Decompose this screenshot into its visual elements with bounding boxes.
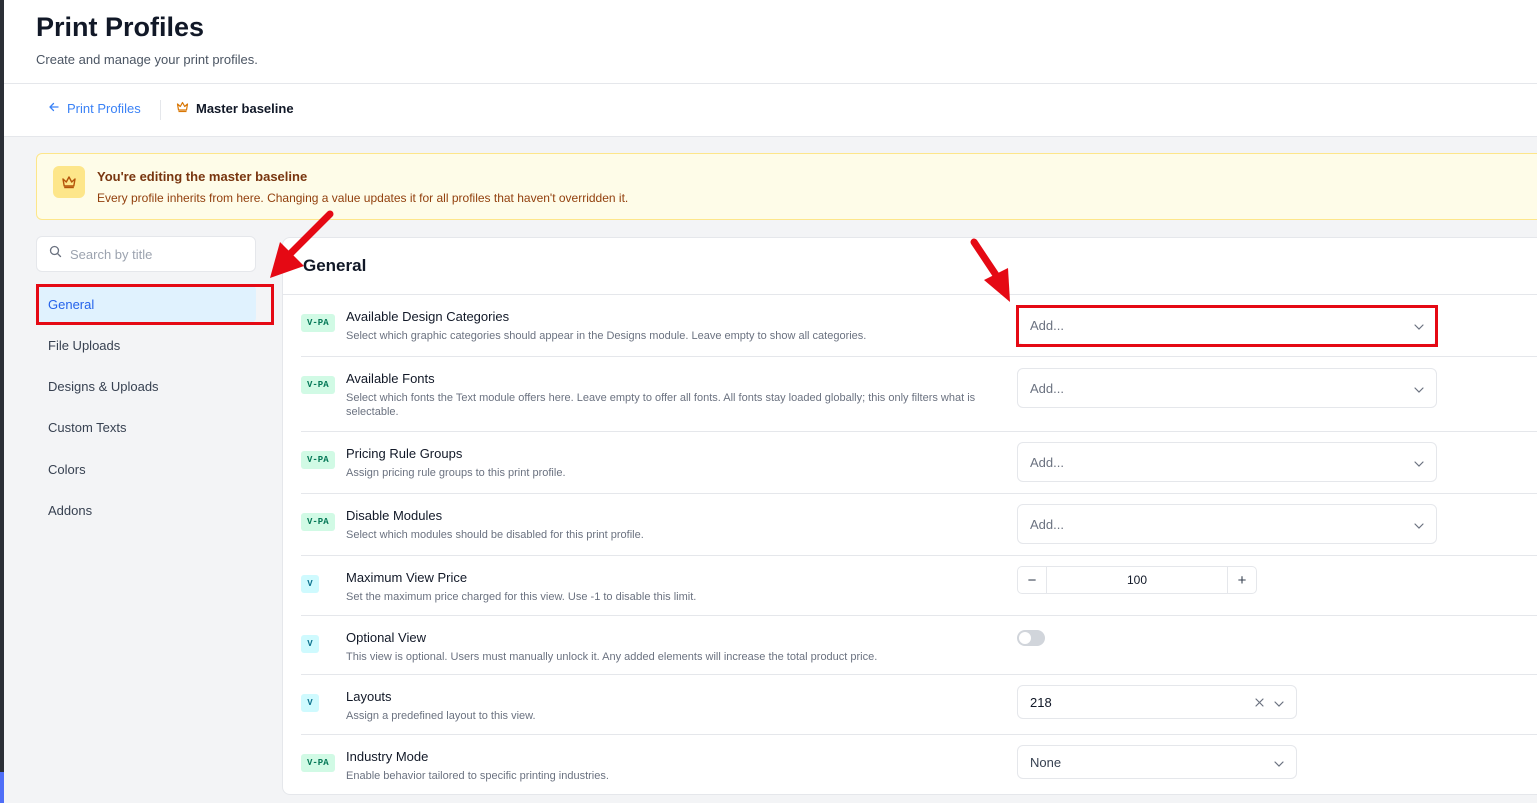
setting-description: Enable behavior tailored to specific pri…: [346, 770, 609, 782]
crown-icon: [53, 166, 85, 198]
breadcrumb-current: Master baseline: [176, 101, 294, 116]
toggle-knob: [1019, 632, 1031, 644]
search-icon: [49, 245, 62, 263]
setting-label: Maximum View Price: [346, 570, 468, 585]
fonts-select[interactable]: Add...: [1017, 368, 1437, 408]
search-input[interactable]: [70, 246, 240, 262]
chevron-down-icon: [1274, 695, 1284, 710]
setting-row: V-PA Available Fonts Select which fonts …: [301, 357, 1537, 432]
setting-description: Select which modules should be disabled …: [346, 529, 644, 541]
setting-description: This view is optional. Users must manual…: [346, 651, 878, 663]
crown-icon: [176, 101, 189, 116]
breadcrumb-divider: [160, 100, 161, 120]
breadcrumb-back-label: Print Profiles: [67, 101, 141, 116]
window-edge-indicator: [0, 772, 4, 803]
chevron-down-icon: [1414, 517, 1424, 532]
setting-label: Available Fonts: [346, 371, 435, 386]
setting-row: V-PA Pricing Rule Groups Assign pricing …: [301, 432, 1537, 494]
setting-row: V-PA Disable Modules Select which module…: [301, 494, 1537, 556]
breadcrumb: Print Profiles Master baseline: [4, 84, 1537, 137]
setting-label: Optional View: [346, 630, 426, 645]
annotation-box-general: [36, 284, 274, 325]
disable-modules-select[interactable]: Add...: [1017, 504, 1437, 544]
page-header: Print Profiles Create and manage your pr…: [4, 0, 1537, 84]
setting-row: V-PA Industry Mode Enable behavior tailo…: [301, 735, 1537, 795]
chevron-down-icon: [1414, 381, 1424, 396]
max-view-price-value[interactable]: 100: [1046, 567, 1228, 593]
sidebar-item-designs-uploads[interactable]: Designs & Uploads: [36, 368, 256, 404]
select-placeholder: Add...: [1030, 516, 1064, 532]
setting-row: V Layouts Assign a predefined layout to …: [301, 675, 1537, 735]
select-placeholder: Add...: [1030, 380, 1064, 396]
breadcrumb-current-label: Master baseline: [196, 101, 294, 116]
sidebar-item-addons[interactable]: Addons: [36, 492, 256, 528]
scope-badge: V-PA: [301, 754, 335, 772]
scope-badge: V: [301, 635, 319, 653]
sidebar-item-colors[interactable]: Colors: [36, 451, 256, 487]
setting-label: Layouts: [346, 689, 392, 704]
scope-badge: V: [301, 694, 319, 712]
page-title: Print Profiles: [36, 12, 205, 42]
chevron-down-icon: [1414, 455, 1424, 470]
setting-label: Available Design Categories: [346, 309, 510, 324]
industry-mode-select[interactable]: None: [1017, 745, 1297, 779]
layouts-select[interactable]: 218: [1017, 685, 1297, 719]
banner-title: You're editing the master baseline: [97, 169, 308, 184]
setting-description: Assign pricing rule groups to this print…: [346, 467, 566, 479]
scope-badge: V: [301, 575, 319, 593]
max-view-price-stepper: − 100 +: [1017, 566, 1257, 594]
scope-badge: V-PA: [301, 376, 335, 394]
decrement-button[interactable]: −: [1018, 567, 1046, 593]
sidebar-item-file-uploads[interactable]: File Uploads: [36, 327, 256, 363]
annotation-box-design-categories: [1016, 305, 1438, 347]
sidebar-item-custom-texts[interactable]: Custom Texts: [36, 409, 256, 445]
setting-description: Select which graphic categories should a…: [346, 330, 867, 342]
scope-badge: V-PA: [301, 451, 335, 469]
pricing-rule-groups-select[interactable]: Add...: [1017, 442, 1437, 482]
sidebar-search: [36, 236, 256, 272]
scope-badge: V-PA: [301, 513, 335, 531]
scope-badge: V-PA: [301, 314, 335, 332]
close-icon[interactable]: [1255, 695, 1264, 710]
setting-description: Assign a predefined layout to this view.: [346, 710, 536, 722]
select-value: 218: [1030, 694, 1052, 710]
increment-button[interactable]: +: [1228, 567, 1256, 593]
setting-row: V Maximum View Price Set the maximum pri…: [301, 556, 1537, 616]
setting-description: Select which fonts the Text module offer…: [346, 392, 976, 418]
setting-description: Set the maximum price charged for this v…: [346, 591, 697, 603]
setting-row: V Optional View This view is optional. U…: [301, 616, 1537, 675]
master-baseline-banner: You're editing the master baseline Every…: [36, 153, 1537, 220]
setting-label: Industry Mode: [346, 749, 429, 764]
setting-label: Disable Modules: [346, 508, 443, 523]
arrow-left-icon: [48, 101, 60, 116]
chevron-down-icon: [1274, 755, 1284, 770]
select-placeholder: Add...: [1030, 454, 1064, 470]
breadcrumb-back-link[interactable]: Print Profiles: [48, 101, 141, 116]
page-subtitle: Create and manage your print profiles.: [36, 52, 258, 67]
select-value: None: [1030, 754, 1062, 770]
annotation-arrow-left: [270, 210, 334, 278]
annotation-arrow-right: [970, 238, 1010, 302]
optional-view-toggle[interactable]: [1017, 630, 1045, 646]
banner-text: Every profile inherits from here. Changi…: [97, 191, 629, 205]
setting-label: Pricing Rule Groups: [346, 446, 463, 461]
